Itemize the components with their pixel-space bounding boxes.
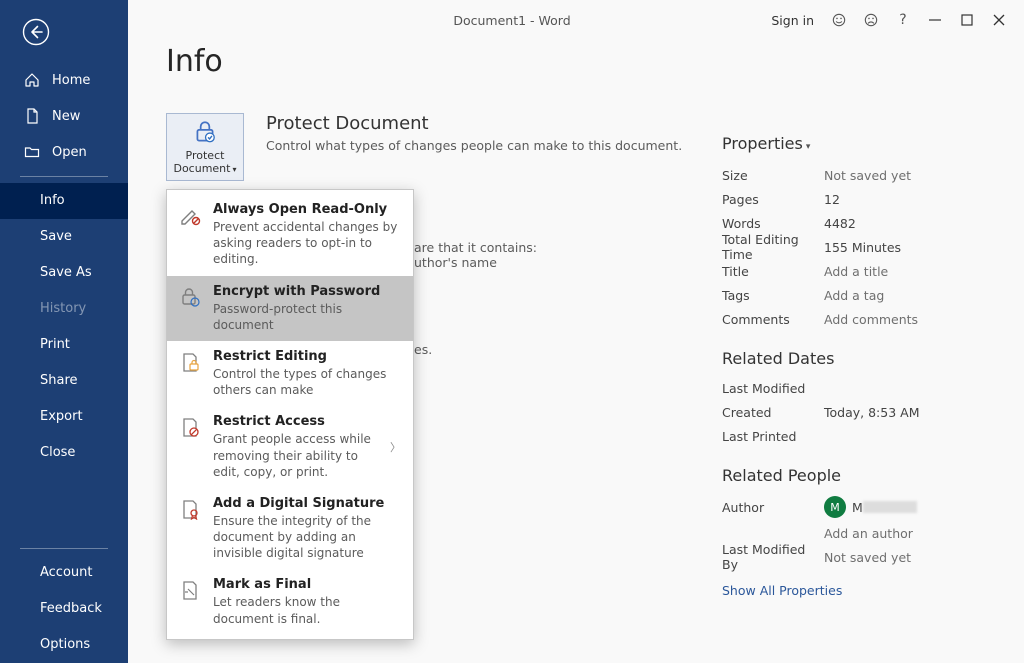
protect-document-button[interactable]: Protect Document▾ xyxy=(166,113,244,181)
prop-title[interactable]: TitleAdd a title xyxy=(722,259,919,283)
doc-final-icon xyxy=(179,579,201,601)
menu-restrict-access[interactable]: Restrict Access Grant people access whil… xyxy=(167,406,413,488)
backstage-sidebar: Home New Open Info Save Save As History … xyxy=(0,0,128,663)
prop-comments[interactable]: CommentsAdd comments xyxy=(722,307,919,331)
nav-label: New xyxy=(52,109,80,124)
menu-always-read-only[interactable]: Always Open Read-Only Prevent accidental… xyxy=(167,194,413,276)
prop-last-modified: Last Modified xyxy=(722,376,919,400)
prop-tags[interactable]: TagsAdd a tag xyxy=(722,283,919,307)
page-title: Info xyxy=(166,44,711,79)
title-bar: Document1 - Word Sign in ? xyxy=(128,0,1024,40)
chevron-down-icon: ▾ xyxy=(232,165,236,174)
lock-shield-icon xyxy=(192,119,218,145)
nav-label: Open xyxy=(52,145,87,160)
arrow-left-circle-icon xyxy=(22,18,50,46)
nav-open[interactable]: Open xyxy=(0,134,128,170)
nav-options[interactable]: Options xyxy=(0,627,128,663)
face-sad-icon[interactable] xyxy=(864,13,878,27)
nav-info[interactable]: Info xyxy=(0,183,128,219)
prop-last-printed: Last Printed xyxy=(722,424,919,448)
prop-last-modified-by: Last Modified ByNot saved yet xyxy=(722,545,919,569)
author-name: M xyxy=(852,500,863,515)
home-icon xyxy=(24,72,40,88)
face-smile-icon[interactable] xyxy=(832,13,846,27)
lock-key-icon xyxy=(179,286,201,308)
prop-pages: Pages12 xyxy=(722,187,919,211)
chevron-down-icon: ▾ xyxy=(806,142,811,152)
nav-account[interactable]: Account xyxy=(0,555,128,591)
nav-share[interactable]: Share xyxy=(0,363,128,399)
avatar: M xyxy=(824,496,846,518)
titlebar-right: Sign in ? xyxy=(771,13,1024,28)
maximize-button[interactable] xyxy=(960,13,974,27)
nav-close[interactable]: Close xyxy=(0,435,128,471)
close-button[interactable] xyxy=(992,13,1006,27)
related-dates-header: Related Dates xyxy=(722,349,919,368)
protect-section-text: Protect Document Control what types of c… xyxy=(266,113,682,181)
pencil-nowrite-icon xyxy=(179,204,201,226)
nav-feedback[interactable]: Feedback xyxy=(0,591,128,627)
menu-digital-signature[interactable]: Add a Digital Signature Ensure the integ… xyxy=(167,488,413,570)
content-region: Document1 - Word Sign in ? Info xyxy=(128,0,1024,663)
doc-noaccess-icon xyxy=(179,416,201,438)
nav-print[interactable]: Print xyxy=(0,327,128,363)
prop-editing-time: Total Editing Time155 Minutes xyxy=(722,235,919,259)
menu-mark-final[interactable]: Mark as Final Let readers know the docum… xyxy=(167,569,413,634)
properties-header[interactable]: Properties▾ xyxy=(722,134,919,153)
section-desc: Control what types of changes people can… xyxy=(266,138,682,153)
minimize-button[interactable] xyxy=(928,13,942,27)
help-icon[interactable]: ? xyxy=(896,13,910,27)
nav-save-as[interactable]: Save As xyxy=(0,255,128,291)
back-button[interactable] xyxy=(22,18,50,46)
folder-open-icon xyxy=(24,144,40,160)
nav-export[interactable]: Export xyxy=(0,399,128,435)
section-heading: Protect Document xyxy=(266,113,682,134)
properties-panel: Properties▾ SizeNot saved yet Pages12 Wo… xyxy=(722,134,919,598)
nav-save[interactable]: Save xyxy=(0,219,128,255)
protect-button-label: Protect Document▾ xyxy=(173,149,236,175)
show-all-properties[interactable]: Show All Properties xyxy=(722,583,842,598)
author-name-redacted xyxy=(863,501,917,513)
prop-size: SizeNot saved yet xyxy=(722,163,919,187)
nav-new[interactable]: New xyxy=(0,98,128,134)
menu-restrict-editing[interactable]: Restrict Editing Control the types of ch… xyxy=(167,341,413,406)
related-people-header: Related People xyxy=(722,466,919,485)
protect-document-section: Protect Document▾ Protect Document Contr… xyxy=(166,113,711,181)
nav-separator xyxy=(20,548,108,549)
document-title: Document1 - Word xyxy=(453,13,570,28)
sign-in-button[interactable]: Sign in xyxy=(771,13,814,28)
new-doc-icon xyxy=(24,108,40,124)
prop-author: Author M M xyxy=(722,493,919,521)
nav-home[interactable]: Home xyxy=(0,62,128,98)
doc-lock-icon xyxy=(179,351,201,373)
protect-document-menu: Always Open Read-Only Prevent accidental… xyxy=(166,189,414,640)
nav-history: History xyxy=(0,291,128,327)
menu-encrypt-password[interactable]: Encrypt with Password Password-protect t… xyxy=(167,276,413,341)
nav-separator xyxy=(20,176,108,177)
doc-ribbon-icon xyxy=(179,498,201,520)
nav-label: Home xyxy=(52,73,90,88)
prop-created: CreatedToday, 8:53 AM xyxy=(722,400,919,424)
chevron-right-icon: 〉 xyxy=(390,439,401,455)
